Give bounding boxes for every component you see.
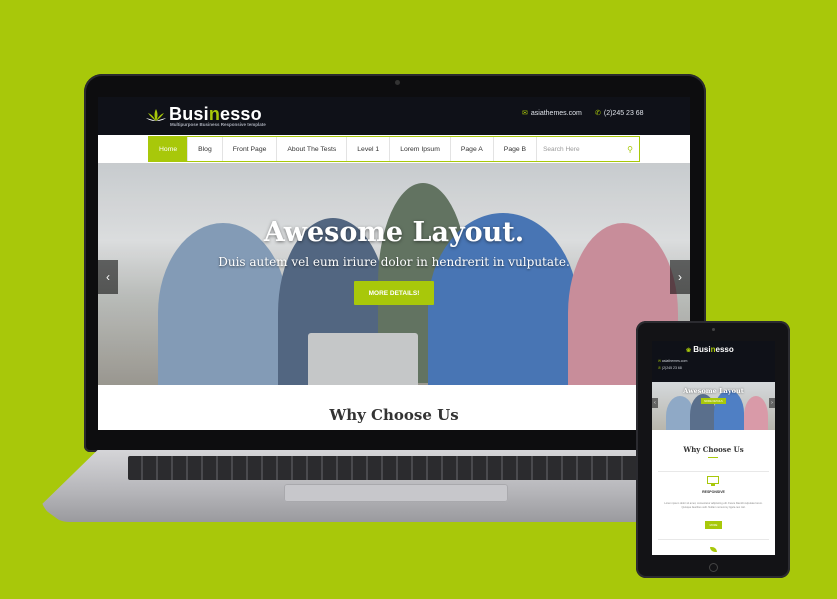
tablet-header: ❀ Businesso ✉ asiathemes.com ✆ (2)245 23… [652, 341, 775, 382]
tablet-next-arrow-icon[interactable]: › [769, 398, 775, 408]
laptop-screen: Businesso Multipurpose Business Responsi… [98, 97, 690, 430]
hero-slider: Awesome Layout. Duis autem vel eum iriur… [98, 163, 690, 385]
tablet-more-details-button[interactable]: MORE DETAILS [701, 398, 726, 404]
tablet-contact-phone[interactable]: ✆ (2)245 23 68 [658, 366, 682, 370]
logo-tagline: Multipurpose Business Responsive templat… [170, 122, 266, 127]
tablet-hero-title: Awesome Layout [683, 387, 744, 395]
phone-icon: ✆ [658, 366, 661, 370]
tablet-hero: Awesome Layout MORE DETAILS ‹ › [652, 382, 775, 430]
camera-dot [395, 80, 400, 85]
monitor-icon-stand [711, 484, 715, 486]
divider [658, 539, 769, 540]
hero-photo-person [744, 396, 768, 430]
slider-prev-arrow-icon[interactable]: ‹ [98, 260, 118, 294]
feature-title: RESPONSIVE [702, 490, 725, 494]
hero-photo-person [714, 390, 744, 430]
section-divider [708, 457, 718, 458]
nav-page-b[interactable]: Page B [494, 137, 538, 161]
lotus-icon: ❀ [686, 348, 692, 354]
hero-title: Awesome Layout. [263, 217, 525, 248]
search-input[interactable]: Search Here [543, 146, 580, 153]
nav-front-page[interactable]: Front Page [223, 137, 278, 161]
nav-level-1[interactable]: Level 1 [347, 137, 391, 161]
envelope-icon: ✉ [658, 359, 661, 363]
search-box[interactable]: Search Here ⚲ [537, 137, 639, 161]
hero-subtitle: Duis autem vel eum iriure dolor in hendr… [218, 255, 570, 269]
tablet-section-title: Why Choose Us [683, 445, 744, 454]
nav-page-a[interactable]: Page A [451, 137, 494, 161]
laptop-touchpad [284, 484, 508, 502]
more-details-button[interactable]: MORE DETAILS! [354, 281, 434, 305]
feature-text: Lorem ipsum dolor sit amet, consectetur … [664, 502, 763, 509]
nav-lorem-ipsum[interactable]: Lorem Ipsum [390, 137, 451, 161]
hero-overlay [98, 163, 690, 385]
section-title: Why Choose Us [329, 406, 459, 424]
feature-more-button[interactable]: MORE [705, 521, 722, 529]
site-header: Businesso Multipurpose Business Responsi… [98, 97, 690, 135]
monitor-icon [707, 476, 719, 484]
nav-home[interactable]: Home [149, 137, 189, 161]
tablet-logo[interactable]: ❀ Businesso [686, 345, 734, 354]
nav-about-the-tests[interactable]: About The Tests [277, 137, 348, 161]
lotus-icon [146, 108, 166, 121]
leaf-icon [710, 547, 717, 552]
contact-phone[interactable]: ✆ (2)245 23 68 [595, 109, 644, 118]
laptop-keyboard [128, 456, 673, 480]
tablet-screen: ❀ Businesso ✉ asiathemes.com ✆ (2)245 23… [652, 341, 775, 555]
main-nav: Home Blog Front Page About The Tests Lev… [148, 136, 640, 162]
tablet-camera [712, 328, 715, 331]
phone-icon: ✆ [595, 110, 601, 117]
slider-next-arrow-icon[interactable]: › [670, 260, 690, 294]
divider [658, 471, 769, 472]
tablet-home-button [709, 563, 718, 572]
nav-blog[interactable]: Blog [188, 137, 223, 161]
tablet-prev-arrow-icon[interactable]: ‹ [652, 398, 658, 408]
contact-email[interactable]: ✉ asiathemes.com [522, 109, 582, 118]
tablet-contact-email[interactable]: ✉ asiathemes.com [658, 359, 687, 363]
search-icon[interactable]: ⚲ [627, 145, 633, 154]
envelope-icon: ✉ [522, 110, 528, 117]
